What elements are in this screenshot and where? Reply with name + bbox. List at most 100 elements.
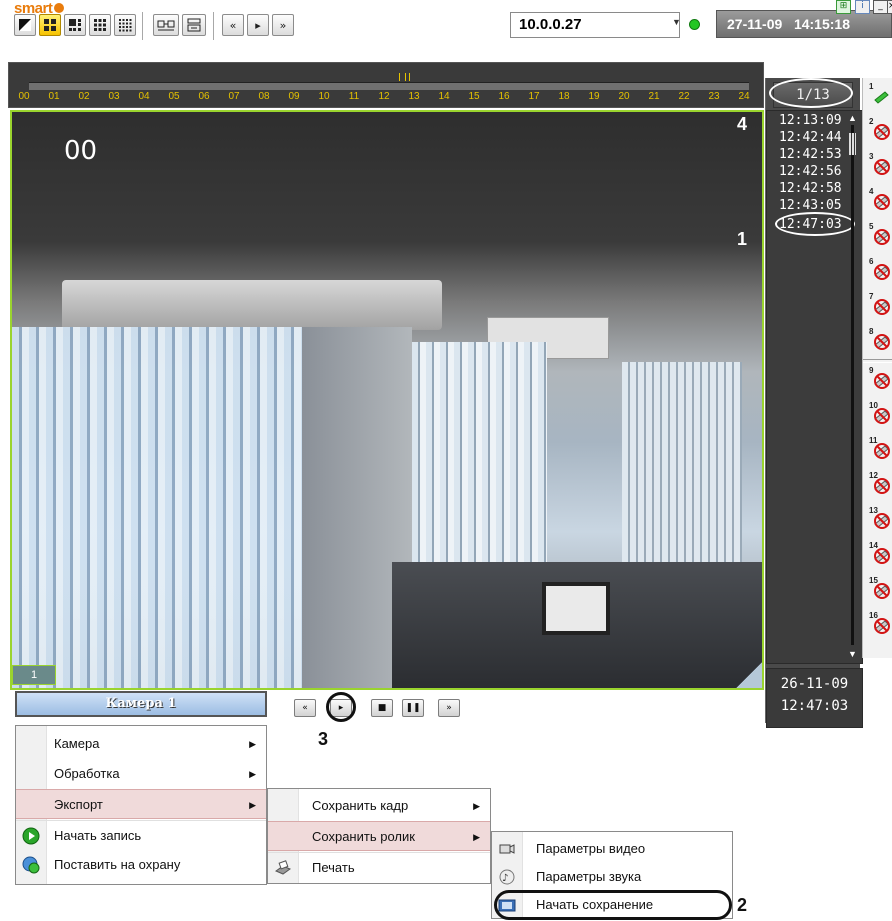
timeline-hour-label: 19 [588,91,600,102]
camera-disabled-icon [874,373,890,389]
menu-item-label: Начать запись [54,828,142,843]
layout-16-button[interactable] [114,14,136,36]
archive-icon [187,18,201,32]
nav-prev-icon: « [229,18,237,32]
timeline-hour-label: 17 [528,91,540,102]
timeline-hour-label: 14 [438,91,450,102]
camera-list-item[interactable]: 16 [867,611,892,641]
camera-list-item[interactable]: 9 [867,366,892,396]
camera-list-item[interactable]: 7 [867,292,892,322]
menu-item-export[interactable]: Экспорт ▶ [16,789,266,819]
menu-item-audio-params[interactable]: ♪ Параметры звука [492,862,732,892]
menu-item-camera[interactable]: Камера ▶ [16,729,266,759]
event-item[interactable]: 12:42:53 [779,147,842,162]
timeline-hour-label: 24 [738,91,750,102]
menu-item-processing[interactable]: Обработка ▶ [16,759,266,789]
camera-list-item[interactable]: 12 [867,471,892,501]
camera-list-item[interactable]: 8 [867,327,892,357]
nav-prev-button[interactable]: « [222,14,244,36]
video-timestamp-overlay: 00 [64,136,98,166]
menu-item-video-params[interactable]: Параметры видео [492,834,732,864]
audio-settings-icon: ♪ [499,869,515,885]
scrollbar-track[interactable] [851,125,854,645]
camera-disabled-icon [874,159,890,175]
camera-list-item[interactable]: 10 [867,401,892,431]
close-icon[interactable]: × [887,0,892,14]
layout-4-button[interactable] [39,14,61,36]
timeline-hour-label: 20 [618,91,630,102]
connection-status-icon [689,19,700,30]
timeline-hour-label: 03 [108,91,120,102]
camera-list-item[interactable]: 14 [867,541,892,571]
menu-item-print[interactable]: Печать [268,852,490,882]
timeline-track[interactable] [29,82,749,90]
menu-item-start-recording[interactable]: Начать запись [16,820,266,850]
resize-handle-icon[interactable] [736,662,762,688]
scrollbar-thumb[interactable] [849,133,856,155]
logo-icon [54,3,65,13]
event-item-selected[interactable]: 12:47:03 [775,212,855,236]
camera-list-item[interactable]: 1 [867,82,892,112]
fullscreen-icon[interactable]: ⊞ [836,0,851,14]
chevron-down-icon[interactable]: ▼ [672,17,681,27]
camera-disabled-icon [874,229,890,245]
video-settings-icon [499,844,515,854]
event-item[interactable]: 12:42:58 [779,181,842,196]
nav-play-icon: ▸ [255,18,261,32]
info-icon[interactable]: i [855,0,870,14]
camera-disabled-icon [874,408,890,424]
video-scene [62,280,442,330]
camera-list-item[interactable]: 2 [867,117,892,147]
layout-single-icon [19,19,31,31]
fast-forward-button[interactable]: » [438,699,460,717]
event-item[interactable]: 12:42:56 [779,164,842,179]
camera-list-item[interactable]: 5 [867,222,892,252]
pause-button[interactable]: ❚❚ [402,699,424,717]
camera-video-viewport[interactable]: 00 [10,110,764,690]
camera-list-item[interactable]: 3 [867,152,892,182]
rewind-icon: « [302,703,308,713]
server-ip-select[interactable]: 10.0.0.27 [510,12,680,38]
nav-play-button[interactable]: ▸ [247,14,269,36]
camera-list-item[interactable]: 11 [867,436,892,466]
layout-9-button[interactable] [89,14,111,36]
menu-item-save-clip[interactable]: Сохранить ролик ▶ [268,821,490,851]
camera-list-divider [863,359,892,363]
timeline-hour-label: 15 [468,91,480,102]
rewind-button[interactable]: « [294,699,316,717]
minimize-icon[interactable]: _ [873,0,888,14]
timeline-hour-label: 13 [408,91,420,102]
layout-sixteen-icon [119,19,132,32]
event-item[interactable]: 12:13:09 [779,113,842,128]
camera-number-tab[interactable]: 1 [12,665,56,685]
timeline-hour-label: 16 [498,91,510,102]
scroll-up-icon[interactable]: ▲ [848,113,857,123]
sequence-button[interactable] [153,14,179,36]
camera-list-item[interactable]: 13 [867,506,892,536]
submenu-arrow-icon: ▶ [249,769,256,779]
camera-disabled-icon [874,194,890,210]
archive-timeline[interactable]: 00 01 02 03 04 05 06 07 08 09 10 11 12 13 14 15 16 17 18 19… [8,62,764,108]
scroll-down-icon[interactable]: ▼ [848,649,857,659]
layout-6-button[interactable] [64,14,86,36]
archive-button[interactable] [182,14,206,36]
timeline-hour-label: 23 [708,91,720,102]
camera-disabled-icon [874,618,890,634]
camera-list-item[interactable]: 15 [867,576,892,606]
menu-item-label: Сохранить ролик [312,829,415,844]
camera-list-item[interactable]: 6 [867,257,892,287]
event-item[interactable]: 12:42:44 [779,130,842,145]
menu-item-save-frame[interactable]: Сохранить кадр ▶ [268,791,490,821]
playback-controls: « ▸ ■ ❚❚ » [268,691,764,725]
layout-nine-icon [94,19,106,31]
stop-button[interactable]: ■ [371,699,393,717]
event-list[interactable]: 12:13:09 12:42:44 12:42:53 12:42:56 12:4… [766,110,863,664]
event-scrollbar[interactable]: ▲ ▼ [847,111,858,663]
toolbar-divider [213,12,217,40]
menu-item-label: Камера [54,736,100,751]
event-item[interactable]: 12:43:05 [779,198,842,213]
camera-list-item[interactable]: 4 [867,187,892,217]
nav-next-button[interactable]: » [272,14,294,36]
menu-item-arm[interactable]: Поставить на охрану [16,850,266,880]
layout-1-button[interactable] [14,14,36,36]
